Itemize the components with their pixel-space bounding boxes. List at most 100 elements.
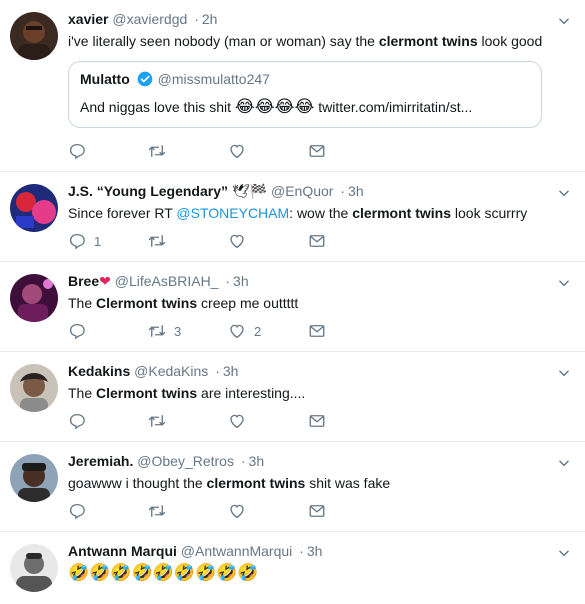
like-icon	[228, 232, 246, 250]
reply-button[interactable]	[68, 502, 148, 520]
avatar[interactable]	[10, 364, 58, 412]
text-segment: shit was fake	[305, 475, 391, 491]
reply-icon	[68, 502, 86, 520]
retweet-button[interactable]	[148, 142, 228, 160]
text-segment: The	[68, 295, 97, 311]
reply-button[interactable]: 1	[68, 232, 148, 250]
retweet-icon	[148, 232, 166, 250]
quoted-text: And niggas love this shit 😂😂😂😂 twitter.c…	[80, 97, 530, 117]
reply-icon	[68, 142, 86, 160]
chevron-down-icon[interactable]	[557, 456, 571, 470]
tweet-text: The Clermont twins creep me outtttt	[68, 293, 573, 313]
text-segment: The	[68, 385, 97, 401]
timestamp[interactable]: 3h	[233, 273, 249, 289]
separator-dot: ·	[240, 453, 246, 469]
text-segment: : wow the	[289, 205, 353, 221]
dm-button[interactable]	[308, 322, 388, 340]
timestamp[interactable]: 3h	[307, 543, 323, 559]
timestamp[interactable]: 3h	[348, 183, 364, 199]
chevron-down-icon[interactable]	[557, 546, 571, 560]
tweet-header: J.S. “Young Legendary” 🕊🏁 @EnQuor · 3h	[68, 182, 573, 200]
dm-button[interactable]	[308, 502, 388, 520]
tweet[interactable]: Bree❤ @LifeAsBRIAH_ · 3h The Clermont twi…	[0, 262, 585, 352]
tweet[interactable]: Kedakins @KedaKins · 3h The Clermont twin…	[0, 352, 585, 442]
reply-button[interactable]	[68, 412, 148, 430]
username[interactable]: @AntwannMarqui	[181, 543, 293, 559]
username[interactable]: @xavierdgd	[112, 11, 187, 27]
tweet-content: xavier @xavierdgd · 2h i've literally see…	[68, 10, 573, 128]
text-segment: goawww i thought the	[68, 475, 207, 491]
username[interactable]: @LifeAsBRIAH_	[115, 273, 219, 289]
like-button[interactable]	[228, 412, 308, 430]
like-count: 2	[254, 323, 262, 339]
dm-icon	[308, 322, 326, 340]
retweet-count: 3	[174, 323, 182, 339]
reply-icon	[68, 322, 86, 340]
quoted-display-name: Mulatto	[80, 71, 130, 87]
separator-dot: ·	[225, 273, 231, 289]
tweet-content: J.S. “Young Legendary” 🕊🏁 @EnQuor · 3h Si…	[68, 182, 573, 223]
username[interactable]: @Obey_Retros	[137, 453, 234, 469]
chevron-down-icon[interactable]	[557, 186, 571, 200]
chevron-down-icon[interactable]	[557, 366, 571, 380]
tweet[interactable]: J.S. “Young Legendary” 🕊🏁 @EnQuor · 3h Si…	[0, 172, 585, 262]
retweet-icon	[148, 322, 166, 340]
text-segment: creep me outtttt	[197, 295, 299, 311]
link-text[interactable]: twitter.com/imirritatin/st...	[314, 99, 472, 115]
avatar[interactable]	[10, 12, 58, 60]
highlighted-term: Clermont twins	[96, 385, 198, 401]
emoji-group: 🤣🤣🤣🤣🤣🤣🤣🤣🤣	[68, 563, 259, 582]
retweet-button[interactable]	[148, 232, 228, 250]
retweet-button[interactable]	[148, 412, 228, 430]
tweet-actions: 3 2	[68, 322, 388, 340]
timestamp[interactable]: 3h	[223, 363, 239, 379]
dm-icon	[308, 412, 326, 430]
username[interactable]: @EnQuor	[271, 183, 333, 199]
tweet-header: Bree❤ @LifeAsBRIAH_ · 3h	[68, 272, 573, 290]
like-icon	[228, 322, 246, 340]
tweet-text: i've literally seen nobody (man or woman…	[68, 31, 573, 51]
reply-button[interactable]	[68, 142, 148, 160]
display-name[interactable]: Jeremiah.	[68, 453, 133, 469]
retweet-button[interactable]: 3	[148, 322, 228, 340]
dm-button[interactable]	[308, 232, 388, 250]
dm-button[interactable]	[308, 142, 388, 160]
like-button[interactable]	[228, 502, 308, 520]
tweet[interactable]: Jeremiah. @Obey_Retros · 3h goawww i thou…	[0, 442, 585, 532]
tweet-header: xavier @xavierdgd · 2h	[68, 10, 573, 28]
timestamp[interactable]: 3h	[249, 453, 265, 469]
display-name[interactable]: Kedakins	[68, 363, 130, 379]
text-segment: are interesting....	[197, 385, 306, 401]
tweet-actions: 1	[68, 232, 388, 250]
avatar[interactable]	[10, 274, 58, 322]
text-segment: And niggas love this shit	[80, 99, 235, 115]
chevron-down-icon[interactable]	[557, 276, 571, 290]
mention-link[interactable]: @STONEYCHAM	[176, 205, 289, 221]
username[interactable]: @KedaKins	[134, 363, 208, 379]
tweet[interactable]: Antwann Marqui @AntwannMarqui · 3h 🤣🤣🤣🤣🤣🤣…	[0, 532, 585, 604]
display-name[interactable]: Antwann Marqui	[68, 543, 177, 559]
display-name[interactable]: Bree	[68, 273, 99, 289]
like-button[interactable]	[228, 232, 308, 250]
retweet-icon	[148, 412, 166, 430]
chevron-down-icon[interactable]	[557, 14, 571, 28]
retweet-button[interactable]	[148, 502, 228, 520]
avatar[interactable]	[10, 544, 58, 592]
display-name[interactable]: J.S. “Young Legendary”	[68, 183, 228, 199]
display-name[interactable]: xavier	[68, 11, 108, 27]
dm-icon	[308, 142, 326, 160]
dm-button[interactable]	[308, 412, 388, 430]
like-button[interactable]	[228, 142, 308, 160]
reply-icon	[68, 412, 86, 430]
tweet[interactable]: xavier @xavierdgd · 2h i've literally see…	[0, 0, 585, 172]
tweet-header: Jeremiah. @Obey_Retros · 3h	[68, 452, 573, 470]
quoted-tweet[interactable]: Mulatto @missmulatto247 And niggas love …	[68, 61, 542, 128]
separator-dot: ·	[215, 363, 220, 379]
avatar[interactable]	[10, 454, 58, 502]
reply-button[interactable]	[68, 322, 148, 340]
tweet-text: The Clermont twins are interesting....	[68, 383, 573, 403]
avatar[interactable]	[10, 184, 58, 232]
timestamp[interactable]: 2h	[202, 11, 218, 27]
like-icon	[228, 502, 246, 520]
like-button[interactable]: 2	[228, 322, 308, 340]
